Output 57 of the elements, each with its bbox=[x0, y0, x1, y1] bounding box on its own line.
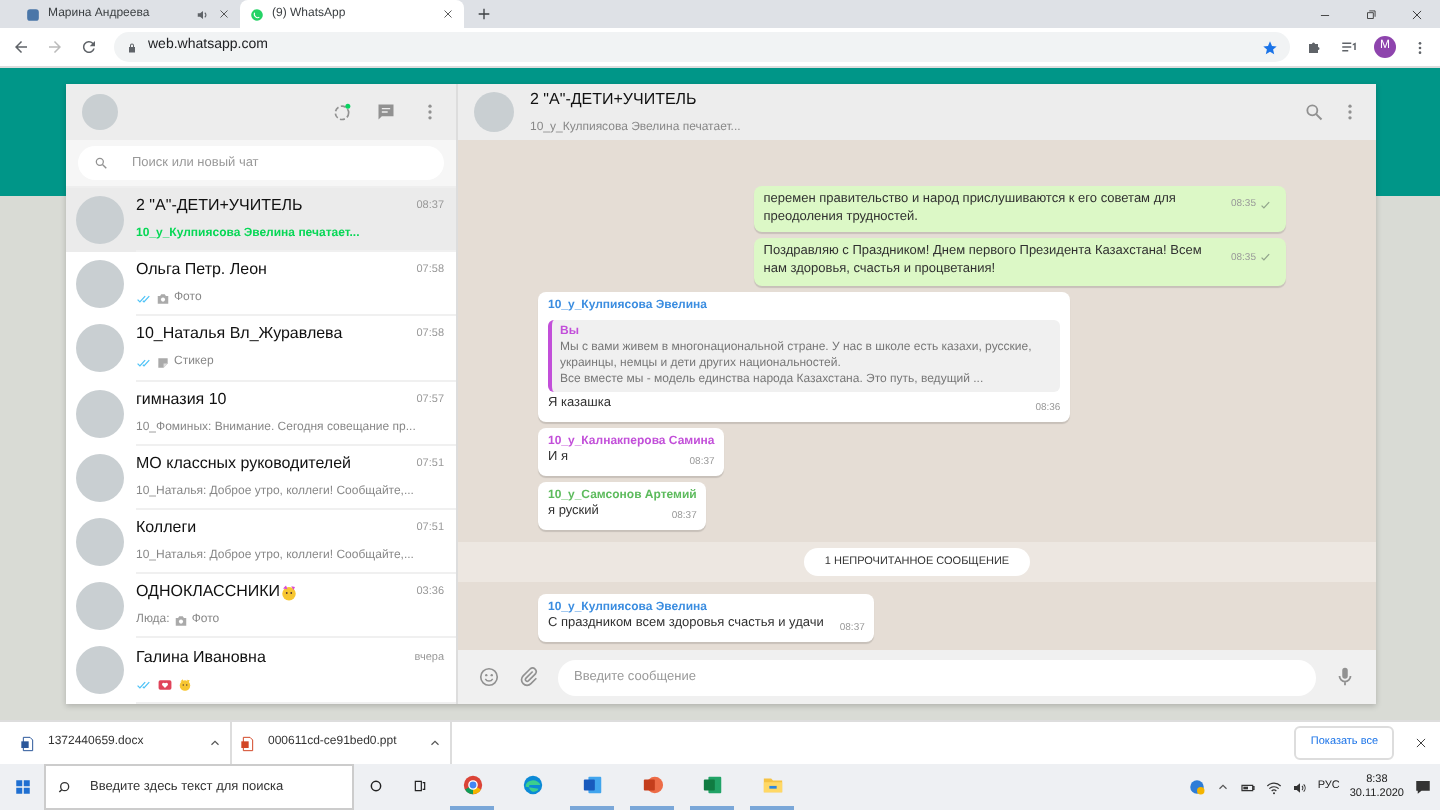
close-icon[interactable] bbox=[1410, 7, 1424, 21]
back-icon[interactable] bbox=[12, 38, 30, 56]
avatar-photo bbox=[76, 324, 124, 373]
powerpoint-file-icon bbox=[240, 735, 256, 751]
battery-icon[interactable] bbox=[1239, 779, 1256, 795]
chat-name: Коллеги bbox=[136, 516, 197, 541]
avatar-photo bbox=[76, 518, 124, 567]
plus-icon[interactable] bbox=[476, 6, 492, 22]
chat-name: 10_Наталья Вл_Журавлева bbox=[136, 322, 343, 347]
close-icon[interactable] bbox=[1414, 736, 1428, 750]
close-icon[interactable] bbox=[218, 8, 230, 20]
avatar-photo bbox=[76, 453, 124, 502]
paperclip-icon[interactable] bbox=[518, 666, 540, 688]
windows-logo-icon bbox=[13, 778, 31, 796]
folder-icon bbox=[761, 774, 783, 796]
word-file-icon bbox=[20, 735, 36, 751]
microphone-icon[interactable] bbox=[1334, 666, 1356, 688]
avatar-photo bbox=[76, 260, 124, 309]
search-icon bbox=[94, 156, 108, 170]
emoji-icon[interactable] bbox=[478, 666, 500, 688]
puzzle-icon[interactable] bbox=[1306, 38, 1324, 56]
chat-name: ОДНОКЛАССНИКИ bbox=[136, 580, 281, 605]
caret-icon[interactable] bbox=[208, 736, 222, 750]
speaker-icon[interactable] bbox=[196, 7, 210, 21]
lock-icon bbox=[126, 41, 138, 53]
volume-icon[interactable] bbox=[1291, 779, 1308, 795]
word-icon bbox=[581, 774, 603, 796]
reload-icon[interactable] bbox=[80, 38, 98, 56]
circle-icon bbox=[368, 777, 384, 793]
help-icon[interactable] bbox=[1187, 778, 1206, 796]
caret-icon[interactable] bbox=[428, 736, 442, 750]
caret-icon[interactable] bbox=[1215, 780, 1230, 794]
edge-icon bbox=[521, 774, 543, 796]
maximize-icon[interactable] bbox=[1364, 7, 1378, 21]
chat-name: МО классных руководителей bbox=[136, 451, 352, 476]
avatar-photo bbox=[76, 582, 124, 631]
media-queue-icon[interactable] bbox=[1340, 38, 1358, 56]
avatar-photo bbox=[76, 196, 124, 245]
notification-icon[interactable] bbox=[1414, 778, 1432, 796]
avatar-photo bbox=[76, 389, 124, 438]
chrome-icon bbox=[461, 774, 483, 796]
excel-icon bbox=[701, 774, 723, 796]
chat-name: гимназия 10 bbox=[136, 387, 227, 412]
status-icon[interactable] bbox=[332, 102, 352, 122]
wifi-icon[interactable] bbox=[1265, 779, 1282, 795]
chat-title: 2 "А"-ДЕТИ+УЧИТЕЛЬ bbox=[530, 87, 699, 111]
search-icon[interactable] bbox=[1304, 102, 1324, 122]
chat-name: Ольга Петр. Леон bbox=[136, 258, 267, 283]
powerpoint-icon bbox=[641, 774, 663, 796]
new-chat-icon[interactable] bbox=[376, 102, 396, 122]
search-icon bbox=[58, 779, 74, 795]
avatar-photo bbox=[76, 646, 124, 695]
task-view-icon bbox=[412, 777, 428, 793]
chat-name: 2 "А"-ДЕТИ+УЧИТЕЛЬ bbox=[136, 194, 303, 219]
star-icon[interactable] bbox=[1262, 39, 1278, 55]
chat-name: Галина Ивановна bbox=[136, 646, 266, 671]
close-icon[interactable] bbox=[442, 8, 454, 20]
